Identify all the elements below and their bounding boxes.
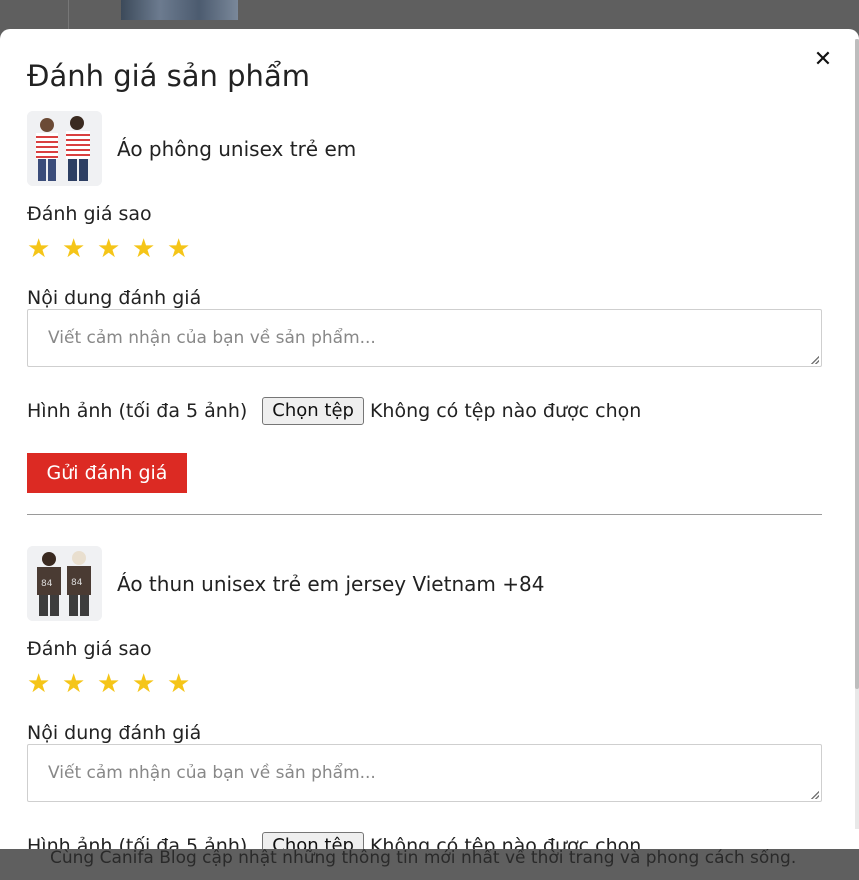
background-divider bbox=[68, 0, 69, 30]
image-upload-row: Hình ảnh (tối đa 5 ảnh) Chọn tệp Không c… bbox=[27, 397, 641, 425]
content-label: Nội dung đánh giá bbox=[27, 287, 202, 309]
file-status: Không có tệp nào được chọn bbox=[369, 835, 642, 849]
rating-label: Đánh giá sao bbox=[27, 203, 152, 225]
star-icon[interactable]: ★ bbox=[27, 235, 62, 263]
star-icon[interactable]: ★ bbox=[167, 235, 202, 263]
background-footer-text: Cùng Canifa Blog cập nhật những thông ti… bbox=[50, 848, 797, 868]
product-name: Áo thun unisex trẻ em jersey Vietnam +84 bbox=[117, 571, 545, 596]
star-rating[interactable]: ★ ★ ★ ★ ★ bbox=[27, 235, 202, 263]
star-icon[interactable]: ★ bbox=[97, 670, 132, 698]
svg-text:84: 84 bbox=[71, 578, 83, 588]
background-product-image bbox=[121, 0, 238, 20]
submit-review-button[interactable]: Gửi đánh giá bbox=[27, 453, 187, 493]
image-label: Hình ảnh (tối đa 5 ảnh) bbox=[27, 400, 248, 422]
review-textarea[interactable]: Viết cảm nhận của bạn về sản phẩm... bbox=[27, 309, 822, 367]
star-icon[interactable]: ★ bbox=[27, 670, 62, 698]
file-status: Không có tệp nào được chọn bbox=[369, 400, 642, 422]
star-icon[interactable]: ★ bbox=[167, 670, 202, 698]
image-label: Hình ảnh (tối đa 5 ảnh) bbox=[27, 835, 248, 849]
product-thumbnail: 84 84 bbox=[27, 546, 102, 621]
review-modal: ✕ Đánh giá sản phẩm Áo phông unisex trẻ … bbox=[0, 29, 859, 849]
review-textarea[interactable]: Viết cảm nhận của bạn về sản phẩm... bbox=[27, 744, 822, 802]
textarea-placeholder: Viết cảm nhận của bạn về sản phẩm... bbox=[48, 763, 376, 783]
resize-handle[interactable] bbox=[811, 791, 819, 799]
scrollbar-thumb[interactable] bbox=[855, 39, 859, 689]
star-icon[interactable]: ★ bbox=[132, 235, 167, 263]
product-info: 84 84 Áo thun unisex trẻ em jersey Vietn… bbox=[27, 546, 544, 621]
textarea-placeholder: Viết cảm nhận của bạn về sản phẩm... bbox=[48, 328, 376, 348]
image-upload-row: Hình ảnh (tối đa 5 ảnh) Chọn tệp Không c… bbox=[27, 832, 641, 849]
star-icon[interactable]: ★ bbox=[62, 670, 97, 698]
resize-handle[interactable] bbox=[811, 356, 819, 364]
star-icon[interactable]: ★ bbox=[132, 670, 167, 698]
star-rating[interactable]: ★ ★ ★ ★ ★ bbox=[27, 670, 202, 698]
modal-scrollbar[interactable] bbox=[855, 39, 859, 829]
star-icon[interactable]: ★ bbox=[97, 235, 132, 263]
divider bbox=[27, 514, 822, 515]
svg-text:84: 84 bbox=[41, 579, 53, 589]
product-thumbnail bbox=[27, 111, 102, 186]
close-icon[interactable]: ✕ bbox=[812, 49, 834, 71]
modal-title: Đánh giá sản phẩm bbox=[27, 59, 310, 93]
product-info: Áo phông unisex trẻ em bbox=[27, 111, 356, 186]
rating-label: Đánh giá sao bbox=[27, 638, 152, 660]
choose-file-button[interactable]: Chọn tệp bbox=[262, 832, 364, 849]
product-name: Áo phông unisex trẻ em bbox=[117, 136, 357, 161]
star-icon[interactable]: ★ bbox=[62, 235, 97, 263]
content-label: Nội dung đánh giá bbox=[27, 722, 202, 744]
choose-file-button[interactable]: Chọn tệp bbox=[262, 397, 364, 425]
